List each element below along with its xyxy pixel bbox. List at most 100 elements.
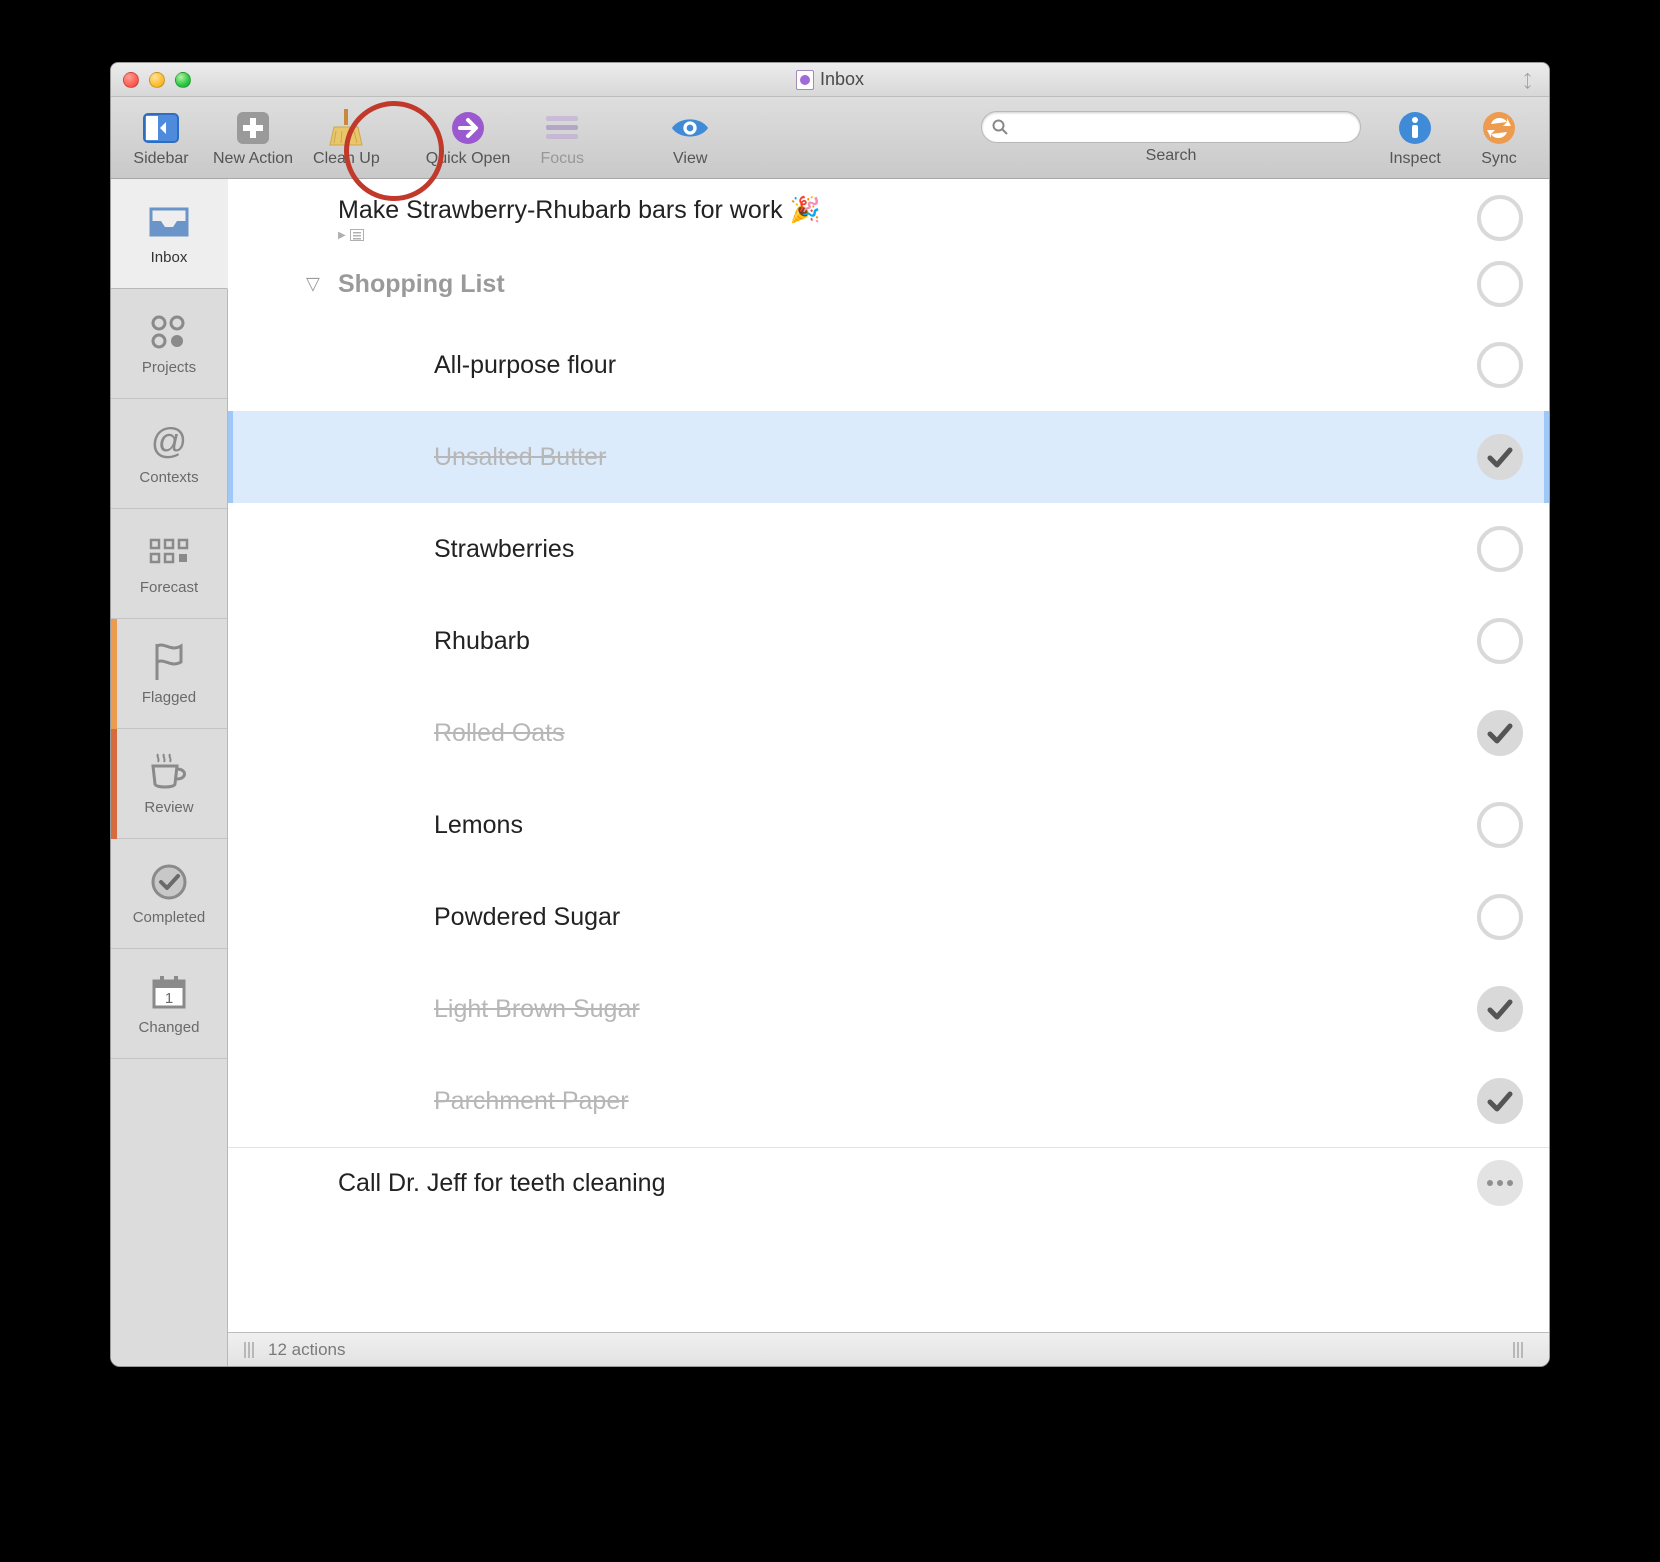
plus-icon xyxy=(233,108,273,148)
task-row[interactable]: Rolled Oats xyxy=(228,687,1549,779)
status-checked[interactable] xyxy=(1477,434,1523,480)
orange-indicator xyxy=(111,619,117,729)
sidebar-item-projects[interactable]: Projects xyxy=(111,289,227,399)
svg-text:1: 1 xyxy=(165,990,173,1007)
sync-icon xyxy=(1479,108,1519,148)
coffee-icon xyxy=(147,751,191,793)
sidebar-label: Projects xyxy=(142,359,196,376)
sidebar-item-review[interactable]: Review xyxy=(111,729,227,839)
task-row[interactable]: Make Strawberry-Rhubarb bars for work 🎉 … xyxy=(228,179,1549,249)
sidebar: Inbox Projects @ Contexts Forecast xyxy=(111,179,228,1366)
task-title: Make Strawberry-Rhubarb bars for work 🎉 xyxy=(338,195,1477,225)
sidebar-item-forecast[interactable]: Forecast xyxy=(111,509,227,619)
focus-button[interactable]: Focus xyxy=(522,102,602,174)
projects-icon xyxy=(149,311,189,353)
traffic-lights xyxy=(123,72,191,88)
search-icon xyxy=(992,119,1008,135)
eye-icon xyxy=(670,108,710,148)
task-row[interactable]: Lemons xyxy=(228,779,1549,871)
inbox-doc-icon xyxy=(796,70,814,90)
task-title: Powdered Sugar xyxy=(434,903,1477,932)
status-circle[interactable] xyxy=(1477,261,1523,307)
status-circle[interactable] xyxy=(1477,618,1523,664)
new-action-label: New Action xyxy=(213,150,293,168)
sidebar-item-flagged[interactable]: Flagged xyxy=(111,619,227,729)
sidebar-label: Forecast xyxy=(140,579,198,596)
sidebar-item-contexts[interactable]: @ Contexts xyxy=(111,399,227,509)
app-window: Inbox ⤢ Sidebar New Action Clean Up xyxy=(110,62,1550,1367)
flag-icon xyxy=(151,641,187,683)
task-title: Light Brown Sugar xyxy=(434,995,1477,1024)
titlebar: Inbox ⤢ xyxy=(111,63,1549,97)
broom-icon xyxy=(326,108,366,148)
status-circle[interactable] xyxy=(1477,894,1523,940)
group-row[interactable]: ▽ Shopping List xyxy=(228,249,1549,319)
quick-open-icon xyxy=(448,108,488,148)
sidebar-label: Review xyxy=(144,799,193,816)
disclosure-triangle-icon[interactable]: ▽ xyxy=(306,274,320,295)
status-circle[interactable] xyxy=(1477,526,1523,572)
sidebar-label: Completed xyxy=(133,909,206,926)
clean-up-label: Clean Up xyxy=(313,150,380,168)
task-title: Unsalted Butter xyxy=(434,443,1477,472)
status-more[interactable] xyxy=(1477,1160,1523,1206)
sidebar-label: Flagged xyxy=(142,689,196,706)
fullscreen-icon[interactable]: ⤢ xyxy=(1517,67,1542,92)
task-list: Make Strawberry-Rhubarb bars for work 🎉 … xyxy=(228,179,1549,1332)
focus-label: Focus xyxy=(540,150,584,168)
inspect-button[interactable]: Inspect xyxy=(1375,102,1455,174)
task-row[interactable]: Powdered Sugar xyxy=(228,871,1549,963)
task-title: Strawberries xyxy=(434,535,1477,564)
grip-left[interactable] xyxy=(244,1342,254,1358)
status-circle[interactable] xyxy=(1477,802,1523,848)
view-label: View xyxy=(673,150,707,168)
window-zoom-button[interactable] xyxy=(175,72,191,88)
clean-up-button[interactable]: Clean Up xyxy=(305,102,388,174)
task-row[interactable]: Strawberries xyxy=(228,503,1549,595)
orange-indicator xyxy=(111,729,117,839)
search-field[interactable] xyxy=(1014,118,1350,135)
sync-button[interactable]: Sync xyxy=(1459,102,1539,174)
status-checked[interactable] xyxy=(1477,986,1523,1032)
sidebar-icon xyxy=(141,108,181,148)
task-title: All-purpose flour xyxy=(434,351,1477,380)
view-button[interactable]: View xyxy=(650,102,730,174)
task-title: Call Dr. Jeff for teeth cleaning xyxy=(338,1169,1477,1198)
window-close-button[interactable] xyxy=(123,72,139,88)
quick-open-label: Quick Open xyxy=(426,150,510,168)
check-circle-icon xyxy=(150,861,188,903)
sidebar-item-inbox[interactable]: Inbox xyxy=(111,179,228,289)
task-title: Lemons xyxy=(434,811,1477,840)
sidebar-item-completed[interactable]: Completed xyxy=(111,839,227,949)
sync-label: Sync xyxy=(1481,150,1517,168)
task-row[interactable]: Call Dr. Jeff for teeth cleaning xyxy=(228,1147,1549,1218)
status-circle[interactable] xyxy=(1477,195,1523,241)
status-count: 12 actions xyxy=(268,1340,346,1360)
task-row[interactable]: Parchment Paper xyxy=(228,1055,1549,1147)
task-row[interactable]: All-purpose flour xyxy=(228,319,1549,411)
window-minimize-button[interactable] xyxy=(149,72,165,88)
grip-right[interactable] xyxy=(1513,1342,1523,1358)
inspect-label: Inspect xyxy=(1389,150,1441,168)
status-checked[interactable] xyxy=(1477,1078,1523,1124)
sidebar-label: Sidebar xyxy=(133,150,188,168)
note-indicator[interactable]: ▶ xyxy=(338,229,1477,241)
focus-icon xyxy=(542,108,582,148)
search-label: Search xyxy=(1146,147,1197,165)
calendar-icon: 1 xyxy=(150,971,188,1013)
task-row[interactable]: Light Brown Sugar xyxy=(228,963,1549,1055)
statusbar: 12 actions xyxy=(228,1332,1549,1366)
status-circle[interactable] xyxy=(1477,342,1523,388)
content: Make Strawberry-Rhubarb bars for work 🎉 … xyxy=(228,179,1549,1366)
sidebar-button[interactable]: Sidebar xyxy=(121,102,201,174)
search-input[interactable] xyxy=(981,111,1361,143)
task-row[interactable]: Rhubarb xyxy=(228,595,1549,687)
svg-text:@: @ xyxy=(151,421,188,461)
sidebar-item-changed[interactable]: 1 Changed xyxy=(111,949,227,1059)
status-checked[interactable] xyxy=(1477,710,1523,756)
task-row[interactable]: Unsalted Butter xyxy=(228,411,1549,503)
quick-open-button[interactable]: Quick Open xyxy=(418,102,518,174)
new-action-button[interactable]: New Action xyxy=(205,102,301,174)
sidebar-label: Contexts xyxy=(139,469,198,486)
at-icon: @ xyxy=(148,421,190,463)
